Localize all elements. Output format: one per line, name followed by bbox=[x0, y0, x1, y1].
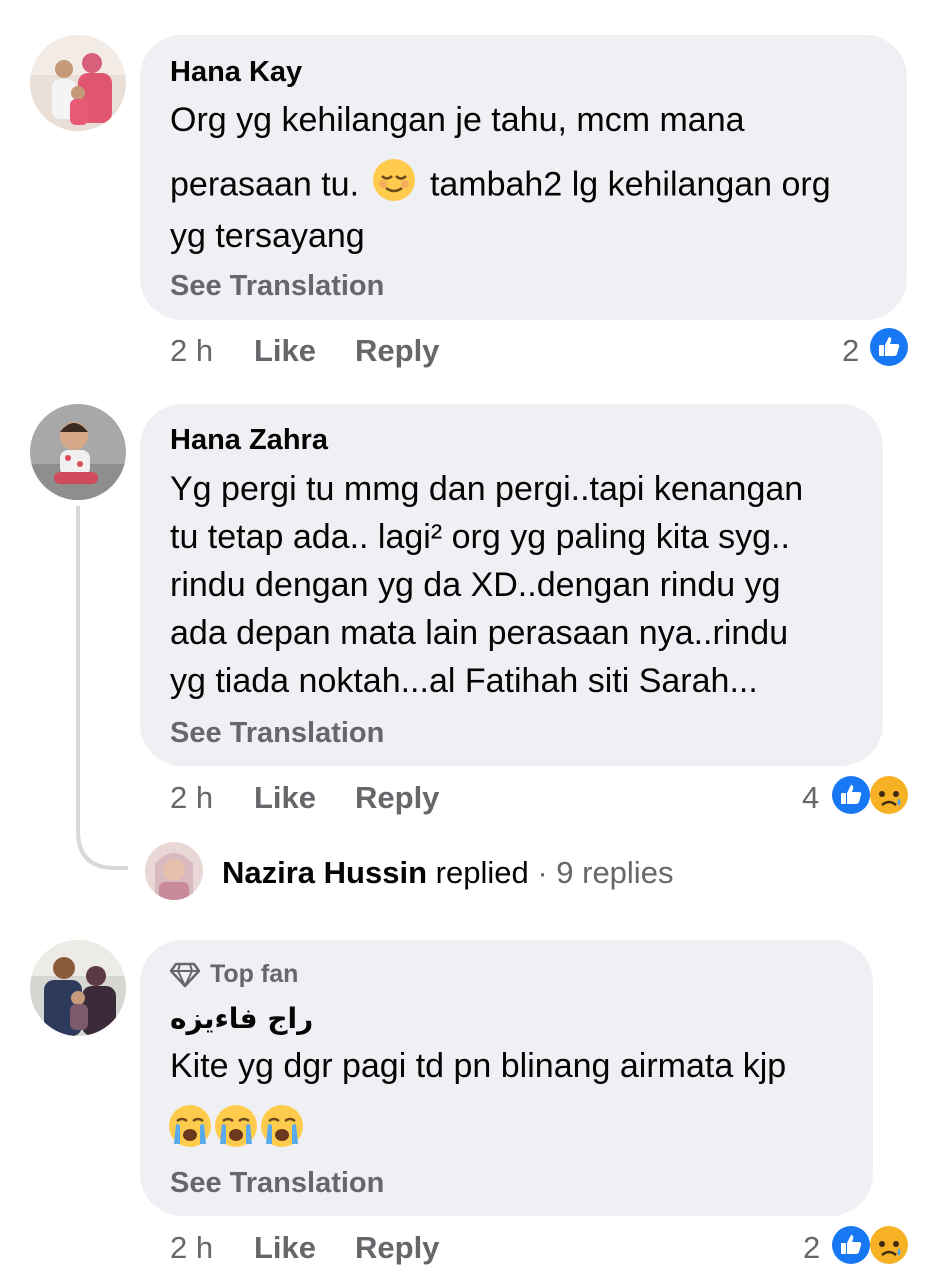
like-button[interactable]: Like bbox=[254, 1230, 316, 1266]
comment-text-line: perasaan tu. tambah2 lg kehilangan org bbox=[170, 158, 831, 215]
reply-author[interactable]: Nazira Hussin bbox=[222, 855, 427, 890]
comment-author[interactable]: Hana Zahra bbox=[170, 424, 328, 457]
reply-button[interactable]: Reply bbox=[355, 780, 439, 816]
comment-text-line: Yg pergi tu mmg dan pergi..tapi kenangan bbox=[170, 470, 804, 508]
sad-icon[interactable] bbox=[870, 776, 908, 814]
comment-timestamp[interactable]: 2 h bbox=[170, 333, 213, 369]
reaction-count[interactable]: 2 bbox=[842, 333, 859, 369]
loudly-crying-face-emoji-icon bbox=[169, 1105, 211, 1147]
avatar[interactable] bbox=[30, 35, 126, 131]
comment-text-line: yg tiada noktah...al Fatihah siti Sarah.… bbox=[170, 662, 758, 700]
badge-label: Top fan bbox=[210, 960, 299, 988]
see-translation-link[interactable]: See Translation bbox=[170, 1167, 384, 1200]
diamond-icon bbox=[170, 962, 200, 987]
comment-text-line: yg tersayang bbox=[170, 217, 365, 255]
thread-connector-line bbox=[76, 506, 128, 870]
relieved-face-emoji-icon bbox=[372, 158, 416, 215]
see-translation-link[interactable]: See Translation bbox=[170, 717, 384, 750]
comment-author[interactable]: Hana Kay bbox=[170, 56, 302, 89]
comment-text-line: ada depan mata lain perasaan nya..rindu bbox=[170, 614, 789, 652]
avatar[interactable] bbox=[30, 940, 126, 1036]
replied-label: replied bbox=[435, 855, 529, 890]
avatar[interactable] bbox=[30, 404, 126, 500]
avatar-photo bbox=[30, 940, 126, 1036]
comment-text-line: tu tetap ada.. lagi² org yg paling kita … bbox=[170, 518, 790, 556]
like-button[interactable]: Like bbox=[254, 780, 316, 816]
avatar-photo bbox=[145, 842, 203, 900]
comment-timestamp[interactable]: 2 h bbox=[170, 780, 213, 816]
reply-avatar[interactable] bbox=[145, 842, 203, 900]
avatar-photo bbox=[30, 35, 126, 131]
replies-summary[interactable]: Nazira Hussin replied · 9 replies bbox=[222, 855, 673, 891]
comment-author[interactable]: راج فاءيزه bbox=[170, 1002, 313, 1035]
sad-icon[interactable] bbox=[870, 1226, 908, 1264]
reply-button[interactable]: Reply bbox=[355, 1230, 439, 1266]
avatar-photo bbox=[30, 404, 126, 500]
see-translation-link[interactable]: See Translation bbox=[170, 270, 384, 303]
reaction-count[interactable]: 4 bbox=[802, 780, 819, 816]
reaction-count[interactable]: 2 bbox=[803, 1230, 820, 1266]
reply-button[interactable]: Reply bbox=[355, 333, 439, 369]
comment-text-fragment: perasaan tu. bbox=[170, 165, 360, 204]
replies-count[interactable]: · 9 replies bbox=[537, 855, 673, 890]
comment-text-line: Kite yg dgr pagi td pn blinang airmata k… bbox=[170, 1047, 787, 1085]
like-icon[interactable] bbox=[870, 328, 908, 366]
like-button[interactable]: Like bbox=[254, 333, 316, 369]
comment-text-line: Org yg kehilangan je tahu, mcm mana bbox=[170, 101, 745, 139]
comment-timestamp[interactable]: 2 h bbox=[170, 1230, 213, 1266]
loudly-crying-face-emoji-icon bbox=[261, 1105, 303, 1147]
top-fan-badge: Top fan bbox=[170, 960, 298, 989]
comment-text-line: rindu dengan yg da XD..dengan rindu yg bbox=[170, 566, 781, 604]
like-icon[interactable] bbox=[832, 776, 870, 814]
emoji-row bbox=[168, 1104, 304, 1148]
loudly-crying-face-emoji-icon bbox=[215, 1105, 257, 1147]
like-icon[interactable] bbox=[832, 1226, 870, 1264]
comment-text-fragment: tambah2 lg kehilangan org bbox=[429, 165, 831, 204]
